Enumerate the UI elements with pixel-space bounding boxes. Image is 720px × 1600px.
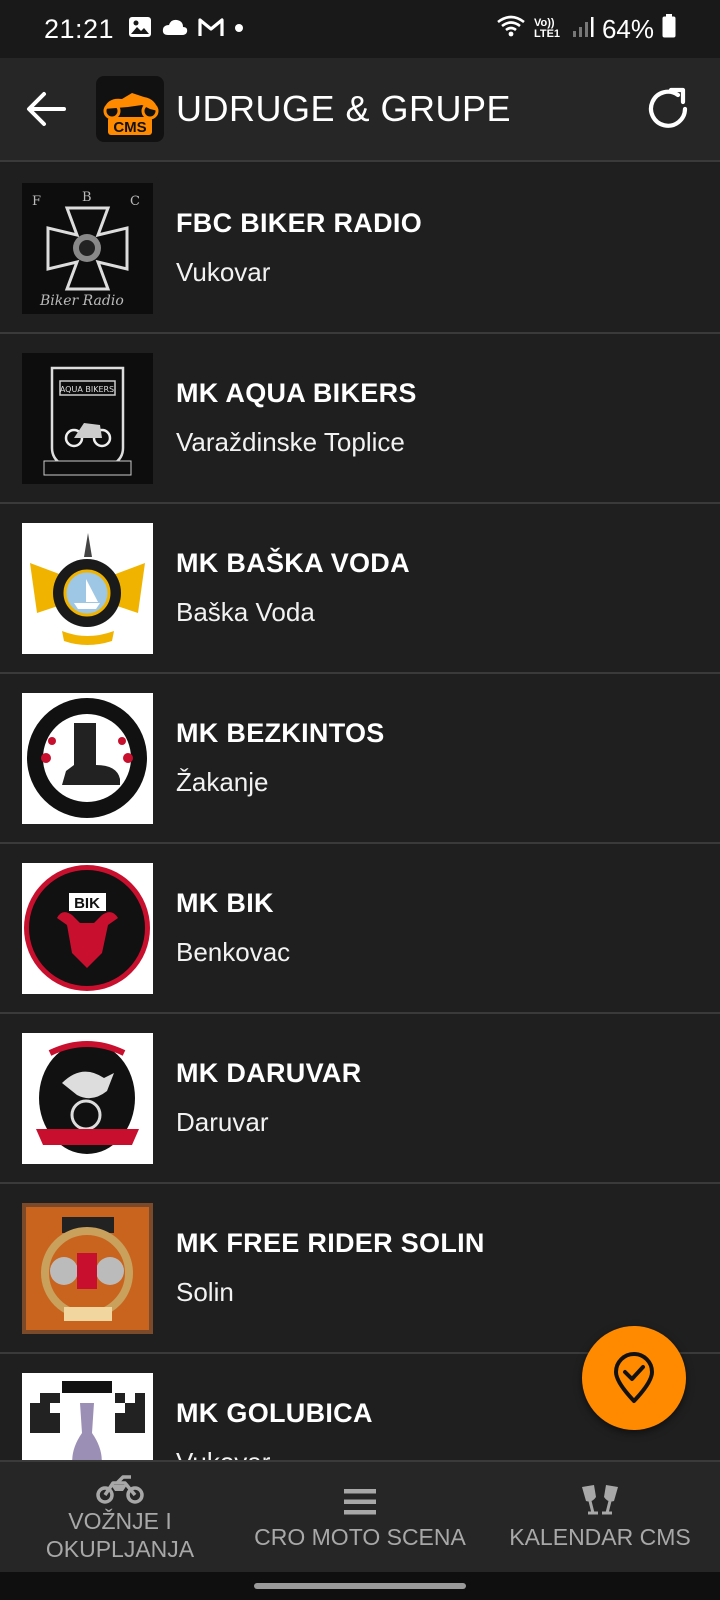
item-name: MK BAŠKA VODA xyxy=(176,548,410,578)
item-city: Varaždinske Toplice xyxy=(176,427,405,457)
nav-voznje[interactable]: VOŽNJE I OKUPLJANJA xyxy=(0,1462,240,1572)
menu-lines-icon xyxy=(343,1483,377,1517)
item-city: Vukovar xyxy=(176,1447,373,1460)
nav-label: VOŽNJE I OKUPLJANJA xyxy=(45,1508,195,1562)
item-name: FBC BIKER RADIO xyxy=(176,208,422,238)
battery-icon xyxy=(662,13,676,45)
item-name: MK DARUVAR xyxy=(176,1058,362,1088)
gallery-icon xyxy=(128,16,152,43)
item-city: Baška Voda xyxy=(176,597,315,627)
nav-cro-moto-scena[interactable]: CRO MOTO SCENA xyxy=(240,1462,480,1572)
list-item[interactable]: BIK MK BIK Benkovac xyxy=(0,844,720,1014)
app-bar: CMS UDRUGE & GRUPE xyxy=(0,58,720,162)
list-item[interactable]: AQUA BIKERS MK AQUA BIKERS Varaždinske T… xyxy=(0,334,720,504)
motorcycle-icon xyxy=(95,1471,145,1505)
svg-text:BIK: BIK xyxy=(74,895,100,912)
item-name: MK GOLUBICA xyxy=(176,1398,373,1428)
svg-text:F: F xyxy=(32,194,41,209)
svg-text:B: B xyxy=(82,190,92,205)
item-name: MK FREE RIDER SOLIN xyxy=(176,1228,485,1258)
arrow-left-icon xyxy=(27,92,66,126)
svg-text:Biker Radio: Biker Radio xyxy=(39,293,124,309)
app-logo: CMS xyxy=(96,76,164,142)
aqua-bikers-logo: AQUA BIKERS xyxy=(22,352,153,484)
bik-logo: BIK xyxy=(22,862,153,994)
gmail-icon xyxy=(198,17,224,42)
wifi-icon xyxy=(496,14,526,45)
back-button[interactable] xyxy=(22,85,70,133)
bottom-nav: VOŽNJE I OKUPLJANJA CRO MOTO SCENA KALEN… xyxy=(0,1460,720,1572)
item-city: Solin xyxy=(176,1277,234,1307)
list-item[interactable]: MK FREE RIDER SOLIN Solin xyxy=(0,1184,720,1354)
daruvar-logo xyxy=(22,1032,153,1164)
baska-voda-logo xyxy=(22,522,153,654)
refresh-icon xyxy=(648,87,688,128)
dot-icon xyxy=(234,20,244,38)
item-city: Vukovar xyxy=(176,257,271,287)
status-time: 21:21 xyxy=(44,13,115,44)
signal-icon xyxy=(572,14,594,45)
status-right: Vo)) LTE1 64% xyxy=(496,13,676,45)
volte-text: Vo)) LTE1 xyxy=(533,17,561,40)
fbc-biker-radio-logo: F B C Biker Radio xyxy=(22,182,153,314)
svg-text:AQUA BIKERS: AQUA BIKERS xyxy=(60,385,114,394)
golubica-logo xyxy=(22,1372,153,1460)
svg-text:C: C xyxy=(130,194,140,209)
item-name: MK BEZKINTOS xyxy=(176,718,385,748)
item-city: Žakanje xyxy=(176,767,269,797)
list-item[interactable]: MK BEZKINTOS Žakanje xyxy=(0,674,720,844)
list-item[interactable]: MK DARUVAR Daruvar xyxy=(0,1014,720,1184)
item-city: Daruvar xyxy=(176,1107,269,1137)
gesture-bar xyxy=(0,1572,720,1600)
groups-list: F B C Biker Radio FBC BIKER RADIO Vukova… xyxy=(0,164,720,1460)
list-item[interactable]: MK BAŠKA VODA Baška Voda xyxy=(0,504,720,674)
cheers-icon xyxy=(578,1483,622,1517)
location-check-fab[interactable] xyxy=(582,1326,686,1430)
battery-percent: 64% xyxy=(601,13,654,44)
status-bar: 21:21 Vo)) LTE1 64% xyxy=(0,0,720,58)
svg-text:CMS: CMS xyxy=(113,119,146,136)
free-rider-solin-logo xyxy=(22,1202,153,1334)
nav-label: CRO MOTO SCENA xyxy=(254,1524,466,1550)
map-pin-check-icon xyxy=(614,1352,654,1403)
refresh-button[interactable] xyxy=(642,83,694,135)
list-item[interactable]: F B C Biker Radio FBC BIKER RADIO Vukova… xyxy=(0,164,720,334)
page-title: UDRUGE & GRUPE xyxy=(176,88,512,129)
item-city: Benkovac xyxy=(176,937,291,967)
bezkintos-logo xyxy=(22,692,153,824)
home-gesture-handle[interactable] xyxy=(254,1583,466,1589)
item-name: MK AQUA BIKERS xyxy=(176,378,417,408)
cloud-icon xyxy=(162,18,188,41)
item-name: MK BIK xyxy=(176,888,274,918)
nav-label: KALENDAR CMS xyxy=(509,1524,691,1550)
nav-kalendar-cms[interactable]: KALENDAR CMS xyxy=(480,1462,720,1572)
status-notification-icons xyxy=(128,16,244,43)
